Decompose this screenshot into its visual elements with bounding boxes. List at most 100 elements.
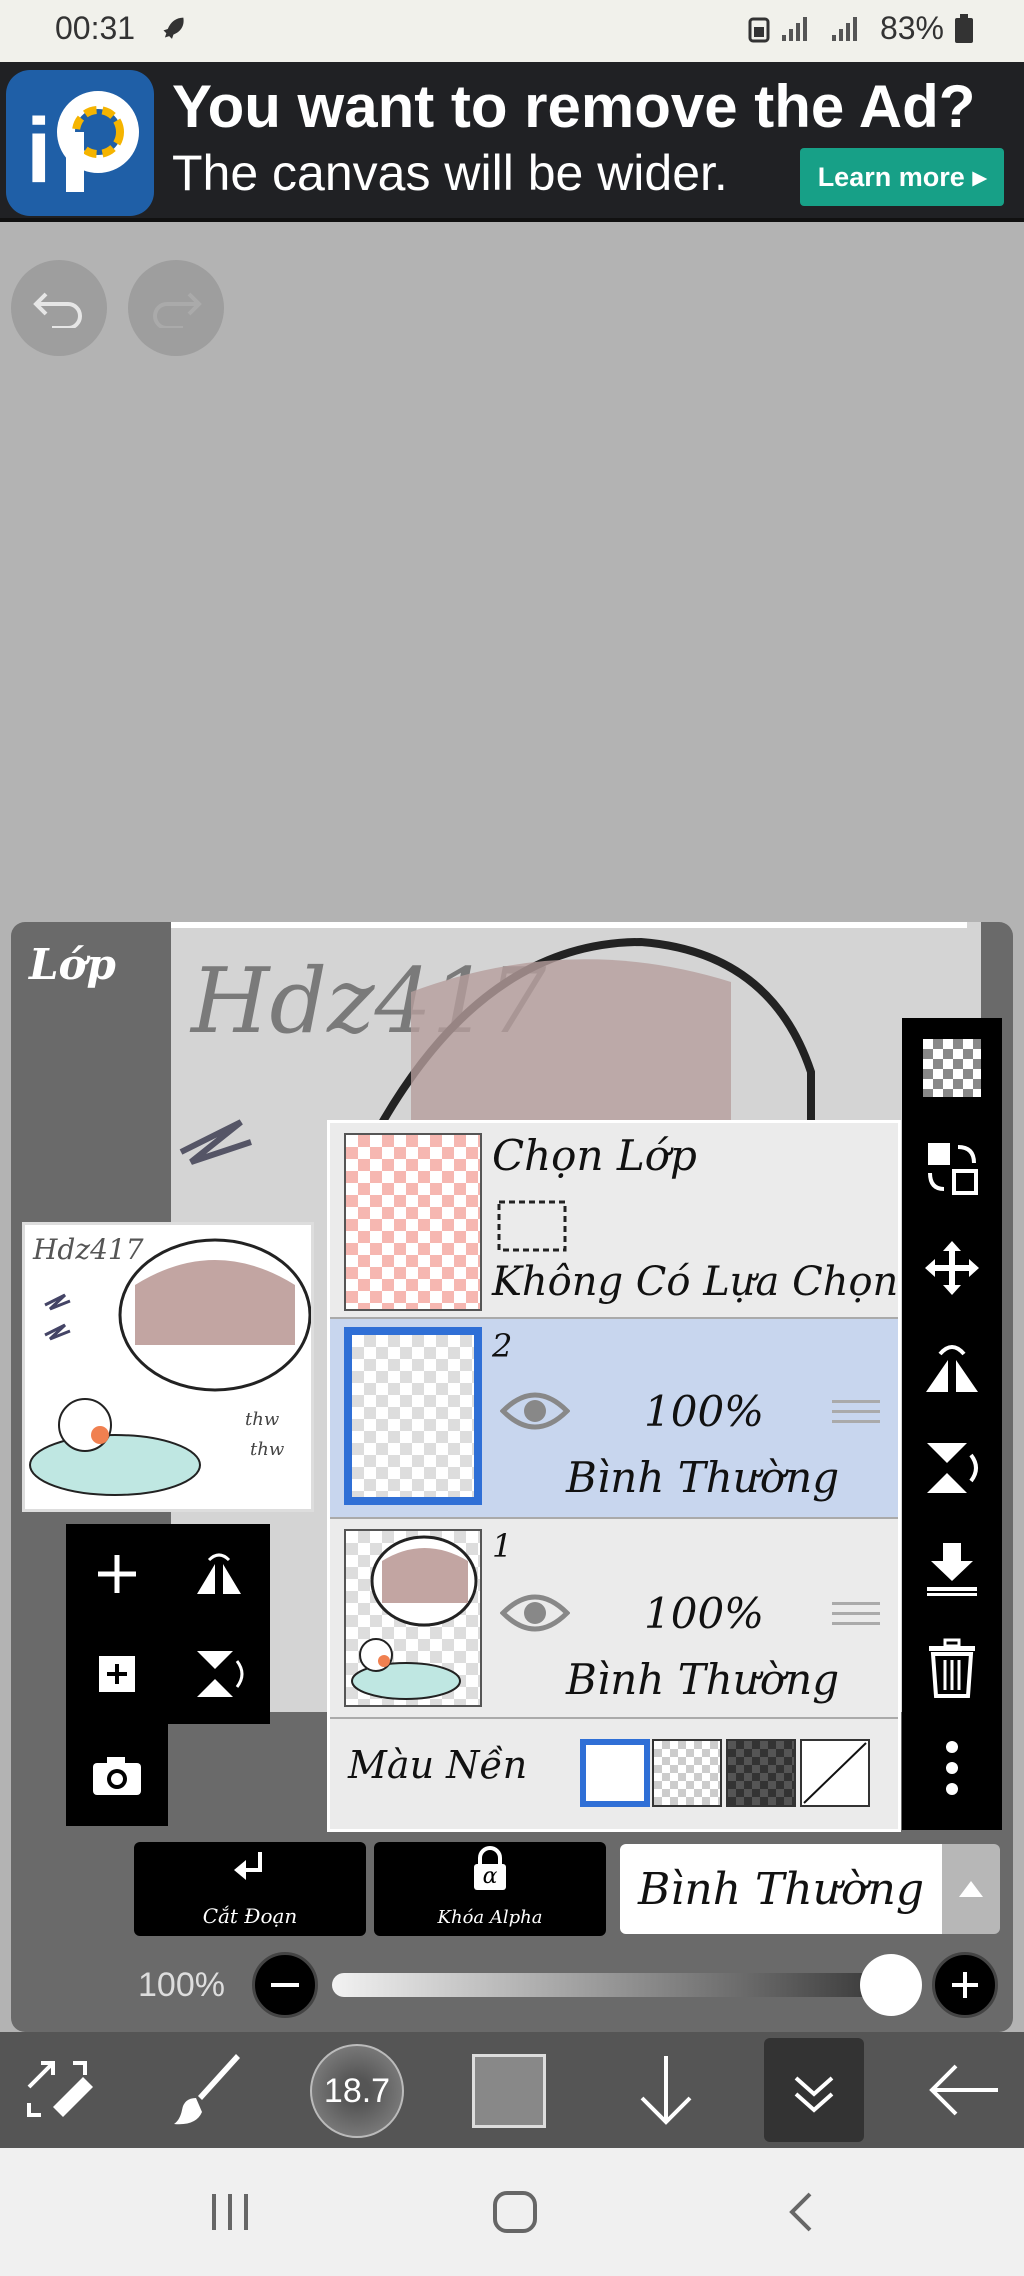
move-button[interactable] xyxy=(902,1218,1002,1318)
undo-button[interactable] xyxy=(11,260,107,356)
flip-vertical-icon xyxy=(927,1443,978,1493)
svg-text:i: i xyxy=(26,100,52,202)
clipping-button[interactable]: Cắt Đoạn xyxy=(134,1842,366,1936)
flip-horizontal-button[interactable] xyxy=(168,1524,270,1624)
swap-layers-icon xyxy=(928,1143,978,1195)
checker-icon xyxy=(923,1039,981,1097)
visibility-eye-icon[interactable] xyxy=(500,1591,570,1635)
arrow-down-icon xyxy=(640,2056,692,2125)
ad-banner[interactable]: i You want to remove the Ad? The canvas … xyxy=(0,62,1024,222)
plus-icon xyxy=(952,1972,978,1998)
alpha-lock-label: Khóa Alpha xyxy=(437,1907,543,1928)
triangle-up-icon xyxy=(959,1881,983,1897)
layer-2-number: 2 xyxy=(492,1327,513,1365)
merge-down-icon xyxy=(927,1543,977,1596)
brush-size-value: 18.7 xyxy=(323,2071,391,2110)
blend-mode-value: Bình Thường xyxy=(637,1863,925,1915)
status-bar: 00:31 83% xyxy=(0,0,1024,62)
layer-mini-tools xyxy=(66,1524,270,1826)
ad-title: You want to remove the Ad? xyxy=(172,73,976,140)
redo-icon xyxy=(153,292,202,328)
color-swatch-button[interactable] xyxy=(472,2054,546,2128)
flip-horizontal-icon xyxy=(926,1345,978,1392)
canvas-preview-edge xyxy=(171,922,967,928)
blend-mode-select[interactable]: Bình Thường xyxy=(620,1844,942,1934)
layer-list: Chọn Lớp Không Có Lựa Chọn 2 100% Bình T… xyxy=(327,1120,901,1832)
flip-vertical-layer-button[interactable] xyxy=(902,1418,1002,1518)
bg-none-swatch[interactable] xyxy=(800,1739,870,1807)
delete-layer-button[interactable] xyxy=(902,1618,1002,1718)
layer-row-1[interactable]: 1 100% Bình Thường xyxy=(330,1519,898,1719)
learn-more-button[interactable]: Learn more ▸ xyxy=(800,148,1004,206)
selection-layer-subtitle: Không Có Lựa Chọn xyxy=(492,1259,899,1305)
blend-mode-dropdown-button[interactable] xyxy=(942,1844,1000,1934)
battery-saver-icon xyxy=(748,17,770,42)
flip-vertical-button[interactable] xyxy=(168,1624,270,1724)
arrow-left-icon xyxy=(929,2064,998,2116)
selection-layer-thumbnail xyxy=(344,1133,482,1311)
collapse-panel-button[interactable] xyxy=(764,2038,864,2142)
home-icon[interactable] xyxy=(492,2190,538,2234)
move-layer-button[interactable] xyxy=(902,1118,1002,1218)
add-layer-copy-button[interactable] xyxy=(66,1624,168,1724)
lock-icon: α xyxy=(470,1846,510,1892)
double-chevron-down-icon xyxy=(794,2076,834,2113)
svg-text:thw: thw xyxy=(250,1439,285,1460)
opacity-slider[interactable] xyxy=(332,1973,922,1997)
learn-more-label: Learn more xyxy=(817,161,965,192)
signal-icon xyxy=(781,16,807,41)
minus-icon xyxy=(271,1983,299,1987)
flip-horizontal-icon xyxy=(197,1553,241,1594)
dashed-selection-icon xyxy=(497,1200,567,1252)
bg-white-swatch[interactable] xyxy=(580,1739,650,1807)
opacity-slider-knob[interactable] xyxy=(860,1954,922,2016)
svg-text:Hdz417: Hdz417 xyxy=(32,1233,144,1266)
rocket-icon xyxy=(163,17,184,39)
svg-text:thw: thw xyxy=(245,1409,280,1430)
ibis-paint-logo: i xyxy=(6,70,154,216)
trash-icon xyxy=(929,1638,975,1698)
flip-horizontal-layer-button[interactable] xyxy=(902,1318,1002,1418)
back-button[interactable] xyxy=(914,2032,1014,2148)
layer-2-drag-handle[interactable] xyxy=(832,1393,880,1433)
selection-layer-row[interactable]: Chọn Lớp Không Có Lựa Chọn xyxy=(330,1123,898,1319)
layer-1-opacity: 100% xyxy=(644,1589,765,1638)
battery-percent: 83% xyxy=(879,10,944,46)
alpha-lock-button[interactable]: α Khóa Alpha xyxy=(374,1842,606,1936)
camera-button[interactable] xyxy=(66,1724,168,1826)
status-time: 00:31 xyxy=(55,10,136,46)
more-vertical-icon xyxy=(946,1741,958,1795)
tool-selection-button[interactable] xyxy=(10,2032,110,2148)
layer-row-2[interactable]: 2 100% Bình Thường xyxy=(330,1319,898,1519)
add-layer-button[interactable] xyxy=(66,1524,168,1624)
opacity-decrease-button[interactable] xyxy=(252,1952,318,2018)
brush-size-button[interactable]: 18.7 xyxy=(310,2044,404,2138)
opacity-value: 100% xyxy=(138,1966,225,2004)
layer-down-button[interactable] xyxy=(616,2032,716,2148)
bg-transparent-swatch[interactable] xyxy=(652,1739,722,1807)
visibility-eye-icon[interactable] xyxy=(500,1389,570,1433)
system-nav-bar xyxy=(0,2148,1024,2276)
add-layer-icon xyxy=(99,1656,135,1692)
brush-button[interactable] xyxy=(158,2032,258,2148)
ad-subtitle: The canvas will be wider. xyxy=(172,145,728,201)
back-nav-icon[interactable] xyxy=(786,2190,816,2234)
redo-button[interactable] xyxy=(128,260,224,356)
opacity-increase-button[interactable] xyxy=(932,1952,998,2018)
selection-layer-title: Chọn Lớp xyxy=(492,1131,697,1180)
layer-1-thumbnail xyxy=(344,1529,482,1707)
layer-right-toolbar xyxy=(902,1018,1002,1830)
more-options-button[interactable] xyxy=(902,1718,1002,1818)
layer-2-blend: Bình Thường xyxy=(566,1453,840,1502)
transparent-button[interactable] xyxy=(902,1018,1002,1118)
bg-dark-checker-swatch[interactable] xyxy=(726,1739,796,1807)
merge-down-button[interactable] xyxy=(902,1518,1002,1618)
background-color-label: Màu Nền xyxy=(348,1743,528,1787)
panel-title: Lớp xyxy=(29,940,116,989)
layer-2-opacity: 100% xyxy=(644,1387,765,1436)
layer-1-drag-handle[interactable] xyxy=(832,1595,880,1635)
recent-apps-icon[interactable] xyxy=(208,2192,252,2232)
status-indicators: 83% xyxy=(748,10,974,47)
tool-select-icon xyxy=(27,2061,93,2117)
flip-vertical-icon xyxy=(197,1651,244,1697)
